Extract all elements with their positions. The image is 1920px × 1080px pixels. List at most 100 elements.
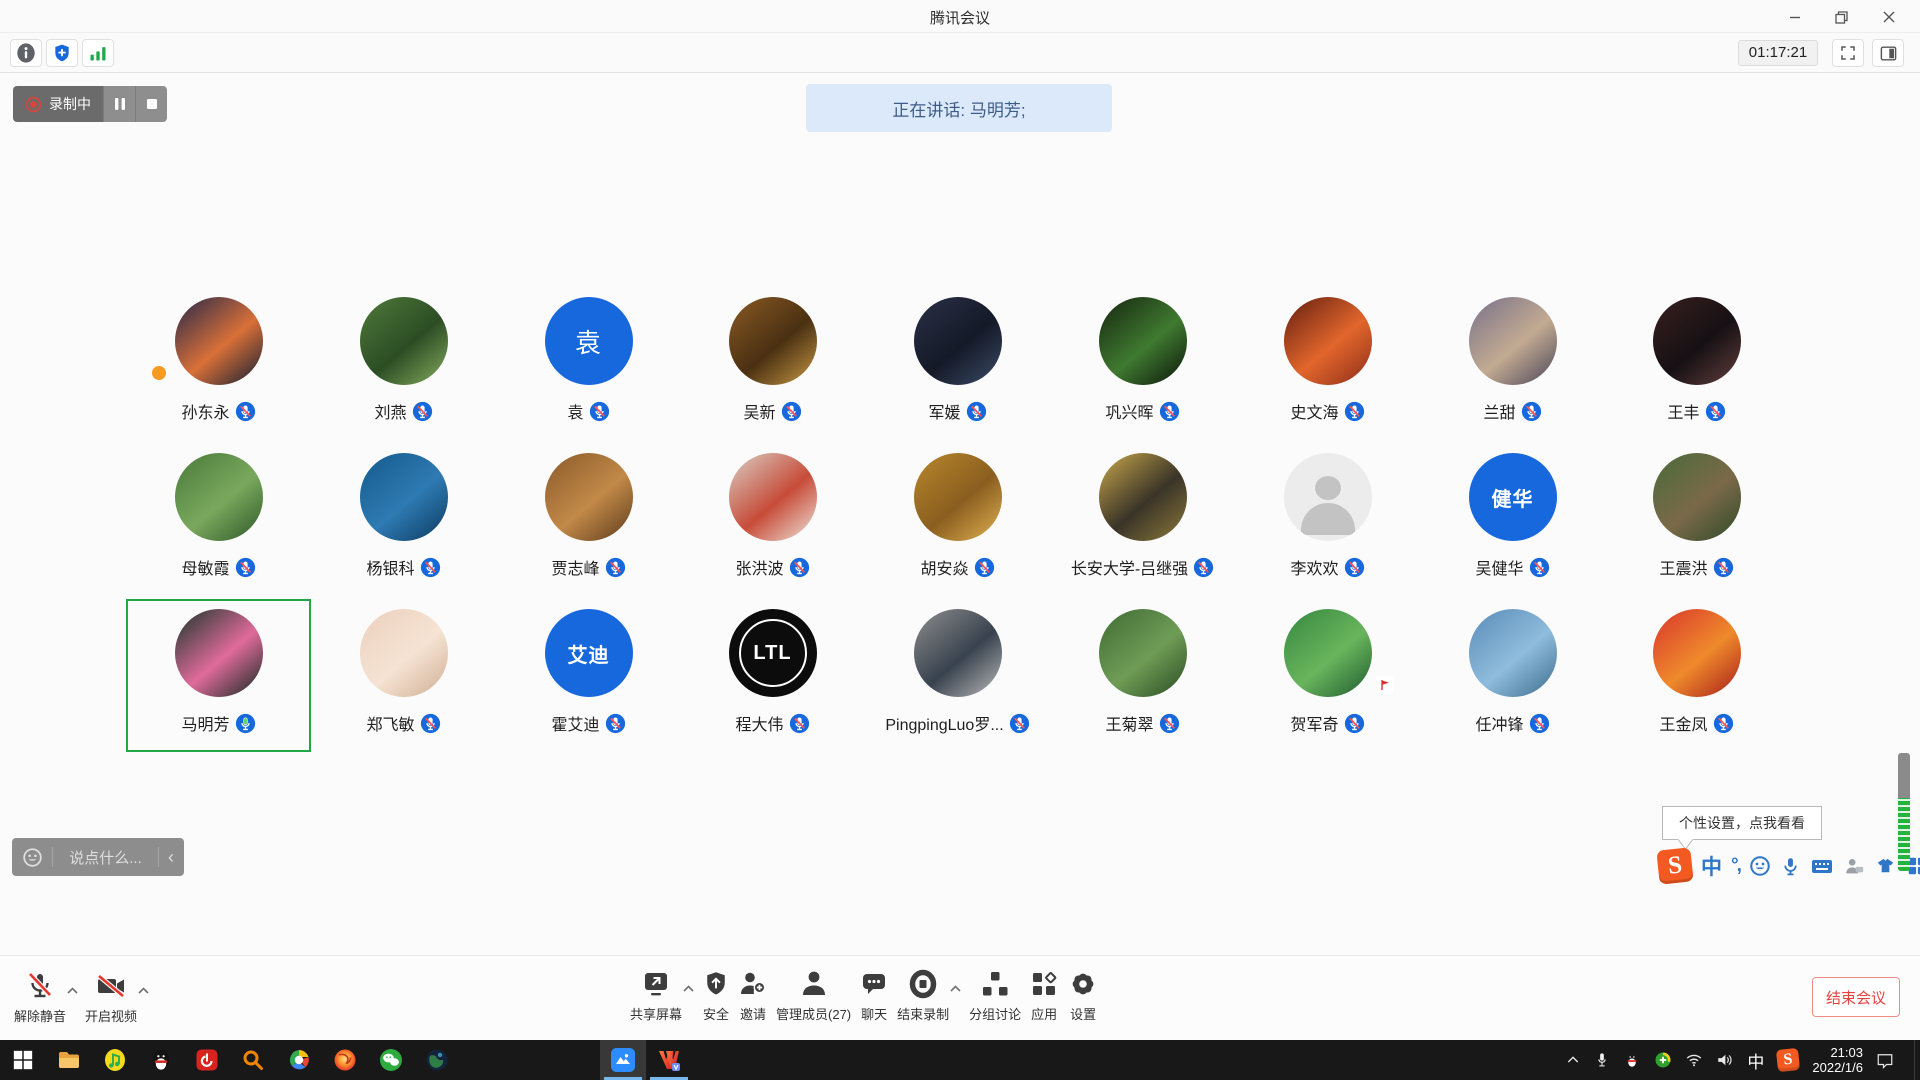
toolbar-button-invite[interactable]: 邀请 xyxy=(737,968,769,1023)
taskbar-app-meeting[interactable] xyxy=(600,1040,646,1080)
minimize-button[interactable] xyxy=(1778,4,1812,30)
toolbar-button-members[interactable]: 管理成员(27) xyxy=(776,968,851,1023)
pause-recording-button[interactable] xyxy=(103,86,135,122)
taskbar-app-qqmusic[interactable] xyxy=(92,1040,138,1080)
participant-name: 长安大学-吕继强 xyxy=(1071,555,1188,579)
emoji-icon[interactable] xyxy=(22,847,43,868)
tray-volume-icon[interactable] xyxy=(1716,1051,1734,1069)
participant-cell[interactable]: 兰甜 xyxy=(1420,287,1605,440)
layout-toggle-button[interactable] xyxy=(1872,39,1904,67)
participant-name: 王金凤 xyxy=(1659,711,1707,735)
tray-wifi-icon[interactable] xyxy=(1685,1051,1703,1069)
participant-cell[interactable]: 张洪波 xyxy=(680,443,865,596)
toolbar-button-label: 安全 xyxy=(703,1004,729,1023)
tray-sogou-icon[interactable]: S xyxy=(1777,1049,1799,1071)
fullscreen-button[interactable] xyxy=(1832,39,1864,67)
chat-quick-bar[interactable]: 说点什么... ‹ xyxy=(12,838,184,876)
participant-cell[interactable]: 李欢欢 xyxy=(1235,443,1420,596)
show-desktop-button[interactable] xyxy=(1914,1040,1920,1080)
taskbar-app-browser360[interactable] xyxy=(276,1040,322,1080)
participant-cell[interactable]: 贺军奇 xyxy=(1235,599,1420,752)
participant-cell[interactable]: 王菊翠 xyxy=(1050,599,1235,752)
ime-emoji-button[interactable] xyxy=(1749,855,1771,877)
meeting-info-button[interactable] xyxy=(10,39,42,67)
action-center-icon[interactable] xyxy=(1876,1051,1894,1069)
toolbar-button-stop-record[interactable]: 结束录制 xyxy=(897,968,949,1023)
taskbar-clock[interactable]: 21:03 2022/1/6 xyxy=(1812,1045,1863,1075)
toolbar-button-cam-off-red[interactable]: 开启视频 xyxy=(85,970,137,1025)
participant-cell[interactable]: 郑飞敏 xyxy=(311,599,496,752)
taskbar-app-search[interactable] xyxy=(230,1040,276,1080)
taskbar-app-netease[interactable] xyxy=(184,1040,230,1080)
participant-cell[interactable]: 刘燕 xyxy=(311,287,496,440)
tray-language-indicator[interactable]: 中 xyxy=(1747,1048,1764,1073)
toolbar-button-settings[interactable]: 设置 xyxy=(1067,968,1099,1023)
participant-cell[interactable]: 史文海 xyxy=(1235,287,1420,440)
sogou-logo-icon[interactable]: S xyxy=(1656,847,1693,884)
tray-mic-icon[interactable] xyxy=(1594,1052,1610,1068)
chevron-up-icon[interactable] xyxy=(66,982,79,1000)
toolbar-button-mic-off-red[interactable]: 解除静音 xyxy=(14,970,66,1025)
participant-cell[interactable]: 军媛 xyxy=(865,287,1050,440)
ime-person-button[interactable] xyxy=(1843,855,1865,877)
chat-input-placeholder[interactable]: 说点什么... xyxy=(62,847,149,868)
participant-cell[interactable]: 杨银科 xyxy=(311,443,496,596)
end-meeting-button[interactable]: 结束会议 xyxy=(1812,977,1900,1017)
close-button[interactable] xyxy=(1872,4,1906,30)
participant-cell[interactable]: PingpingLuo罗... xyxy=(865,599,1050,752)
participant-cell[interactable]: 吴新 xyxy=(680,287,865,440)
participant-cell[interactable]: 贾志峰 xyxy=(496,443,681,596)
chevron-up-icon[interactable] xyxy=(682,980,695,998)
participant-cell[interactable]: 巩兴晖 xyxy=(1050,287,1235,440)
toolbar-button-share[interactable]: 共享屏幕 xyxy=(630,968,682,1023)
tray-qq-icon[interactable] xyxy=(1623,1051,1641,1069)
network-status-button[interactable] xyxy=(82,39,114,67)
toolbar-button-breakout[interactable]: 分组讨论 xyxy=(969,968,1021,1023)
participant-cell[interactable]: 王金凤 xyxy=(1604,599,1789,752)
participant-cell[interactable]: 孙东永 xyxy=(126,287,311,440)
participant-cell[interactable]: 袁袁 xyxy=(496,287,681,440)
participant-name: 任冲锋 xyxy=(1475,711,1523,735)
mic-status-icon xyxy=(781,401,802,422)
participant-cell[interactable]: 王丰 xyxy=(1604,287,1789,440)
toolbar-button-apps[interactable]: 应用 xyxy=(1028,968,1060,1023)
participant-cell[interactable]: 母敏霞 xyxy=(126,443,311,596)
taskbar-app-wechat[interactable] xyxy=(368,1040,414,1080)
participant-name: 贺军奇 xyxy=(1290,711,1338,735)
ime-punctuation-toggle[interactable]: °, xyxy=(1731,855,1740,877)
ime-skin-button[interactable] xyxy=(1874,855,1897,878)
window-title: 腾讯会议 xyxy=(0,7,1920,28)
taskbar-app-firefox[interactable] xyxy=(322,1040,368,1080)
mic-status-icon xyxy=(589,401,610,422)
toolbar-button-security[interactable]: 安全 xyxy=(702,968,730,1023)
toolbar-button-label: 管理成员(27) xyxy=(776,1004,851,1023)
participant-cell[interactable]: 艾迪霍艾迪 xyxy=(496,599,681,752)
ime-keyboard-button[interactable] xyxy=(1810,854,1834,878)
restore-button[interactable] xyxy=(1824,4,1858,30)
tray-expand-icon[interactable] xyxy=(1565,1052,1581,1068)
participant-cell[interactable]: LTL程大伟 xyxy=(680,599,865,752)
meeting-timer: 01:17:21 xyxy=(1738,40,1818,66)
mic-status-icon xyxy=(1529,713,1550,734)
taskbar-app-qq[interactable] xyxy=(138,1040,184,1080)
taskbar-app-explorer[interactable] xyxy=(46,1040,92,1080)
toolbar-button-chat[interactable]: 聊天 xyxy=(858,968,890,1023)
security-status-button[interactable] xyxy=(46,39,78,67)
chevron-up-icon[interactable] xyxy=(137,982,150,1000)
tray-guard-icon[interactable] xyxy=(1654,1051,1672,1069)
chevron-up-icon[interactable] xyxy=(949,980,962,998)
ime-language-toggle[interactable]: 中 xyxy=(1701,851,1722,881)
chat-collapse-button[interactable]: ‹ xyxy=(168,848,174,866)
taskbar-app-start[interactable] xyxy=(0,1040,46,1080)
participant-cell[interactable]: 王震洪 xyxy=(1604,443,1789,596)
participant-cell[interactable]: 胡安焱 xyxy=(865,443,1050,596)
participant-cell[interactable]: 健华吴健华 xyxy=(1420,443,1605,596)
participant-cell[interactable]: 任冲锋 xyxy=(1420,599,1605,752)
taskbar-app-wps[interactable] xyxy=(646,1040,692,1080)
ime-voice-button[interactable] xyxy=(1780,856,1801,877)
stop-recording-button[interactable] xyxy=(135,86,167,122)
recording-widget: 录制中 xyxy=(13,86,167,122)
participant-cell[interactable]: 长安大学-吕继强 xyxy=(1050,443,1235,596)
participant-cell[interactable]: 马明芳 xyxy=(126,599,311,752)
taskbar-app-globe[interactable] xyxy=(414,1040,460,1080)
